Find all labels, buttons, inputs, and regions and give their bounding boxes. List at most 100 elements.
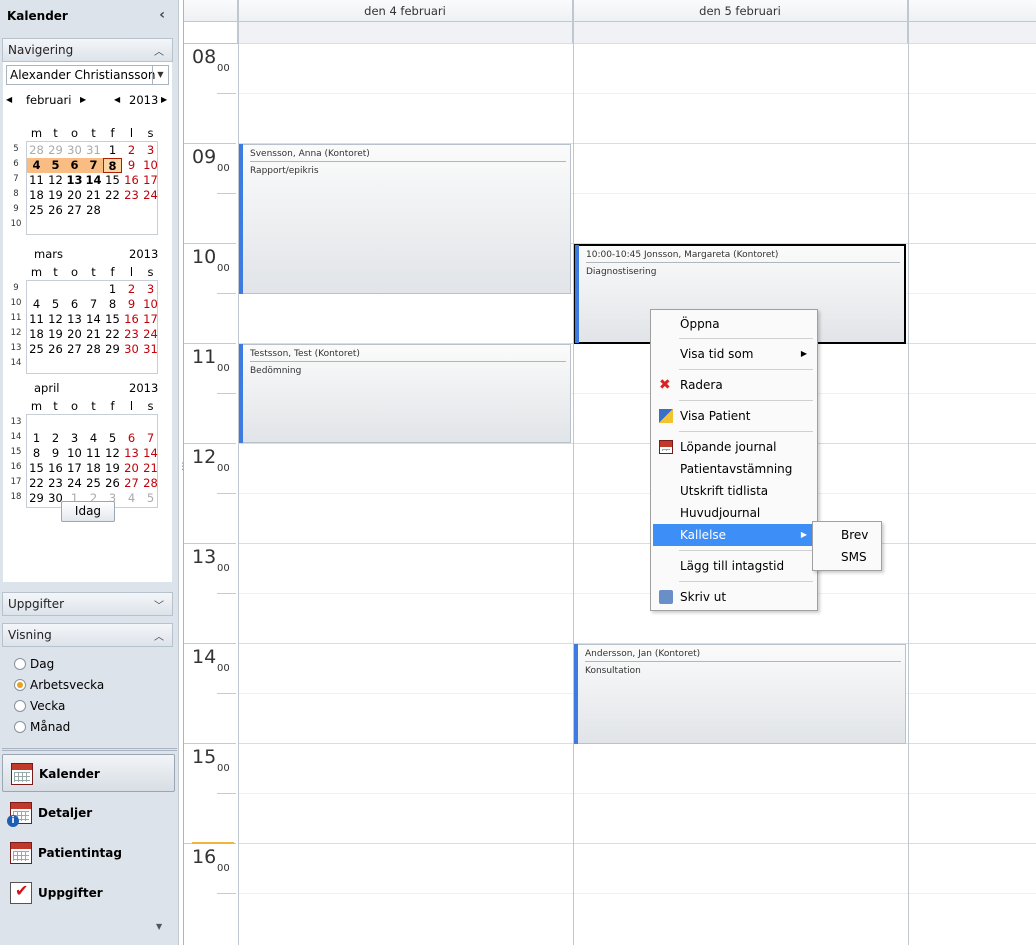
calendar-day[interactable]: 18 (27, 188, 46, 203)
calendar-day[interactable]: 21 (84, 327, 103, 342)
calendar-day[interactable]: 23 (122, 327, 141, 342)
calendar-day[interactable]: 20 (65, 327, 84, 342)
week-number[interactable]: 8 (9, 189, 23, 199)
menu-item-main-journal[interactable]: Huvudjournal (653, 502, 815, 524)
calendar-day[interactable]: 3 (141, 282, 160, 297)
chevron-down-icon[interactable]: ﹀ (154, 597, 164, 612)
calendar-day[interactable]: 25 (27, 203, 46, 218)
calendar-day[interactable]: 9 (46, 446, 65, 461)
calendar-day[interactable]: 26 (103, 476, 122, 491)
chevron-up-icon[interactable]: ︿ (154, 628, 164, 643)
splitter[interactable] (2, 748, 177, 751)
calendar-day[interactable]: 25 (27, 342, 46, 357)
week-number[interactable]: 9 (9, 204, 23, 214)
view-option-day[interactable]: Dag (14, 657, 54, 671)
more-options-icon[interactable]: ▼ (156, 922, 162, 931)
calendar-day[interactable]: 27 (65, 203, 84, 218)
calendar-day[interactable]: 9 (122, 158, 141, 173)
radio-icon[interactable] (14, 658, 26, 670)
nav-patientintag-button[interactable]: Patientintag (2, 834, 175, 872)
calendar-day[interactable]: 11 (84, 446, 103, 461)
calendar-day[interactable]: 8 (103, 158, 122, 173)
calendar-day[interactable]: 10 (141, 297, 160, 312)
calendar-day[interactable]: 7 (141, 431, 160, 446)
calendar-day[interactable]: 22 (27, 476, 46, 491)
calendar-day[interactable]: 17 (65, 461, 84, 476)
calendar-day[interactable]: 2 (122, 282, 141, 297)
calendar-day[interactable]: 11 (27, 312, 46, 327)
user-select[interactable]: Alexander Christiansson ▼ (6, 65, 169, 85)
week-number[interactable]: 7 (9, 174, 23, 184)
appointment[interactable]: Svensson, Anna (Kontoret) Rapport/epikri… (239, 144, 571, 294)
menu-item-delete[interactable]: ✖ Radera (653, 374, 815, 396)
calendar-day[interactable]: 23 (122, 188, 141, 203)
week-number[interactable]: 6 (9, 159, 23, 169)
calendar-day[interactable]: 12 (46, 312, 65, 327)
prev-year-icon[interactable]: ◀ (114, 95, 120, 104)
submenu-item-letter[interactable]: Brev (841, 528, 868, 542)
calendar-day[interactable]: 27 (65, 342, 84, 357)
week-number[interactable]: 11 (9, 313, 23, 323)
view-option-week[interactable]: Vecka (14, 699, 65, 713)
calendar-day[interactable]: 3 (141, 143, 160, 158)
calendar-day[interactable]: 22 (103, 188, 122, 203)
calendar-day[interactable]: 4 (27, 297, 46, 312)
calendar-day[interactable]: 18 (27, 327, 46, 342)
calendar-day[interactable]: 1 (103, 282, 122, 297)
menu-item-summons[interactable]: Kallelse ▶ (653, 524, 815, 546)
allday-cell[interactable] (908, 22, 1036, 44)
day-header[interactable]: den 4 februari (238, 0, 573, 22)
calendar-day[interactable]: 31 (141, 342, 160, 357)
next-year-icon[interactable]: ▶ (161, 95, 167, 104)
calendar-day[interactable]: 21 (141, 461, 160, 476)
calendar-day[interactable]: 5 (46, 297, 65, 312)
nav-uppgifter-button[interactable]: ✔ Uppgifter (2, 874, 175, 912)
calendar-day[interactable]: 26 (46, 342, 65, 357)
calendar-day[interactable]: 6 (65, 158, 84, 173)
menu-item-add-intake-time[interactable]: Lägg till intagstid (653, 555, 815, 577)
allday-cell[interactable] (238, 22, 573, 44)
radio-icon[interactable] (14, 721, 26, 733)
calendar-day[interactable]: 4 (84, 431, 103, 446)
calendar-day[interactable]: 2 (46, 431, 65, 446)
calendar-day[interactable]: 24 (141, 188, 160, 203)
menu-item-patient-reconciliation[interactable]: Patientavstämning (653, 458, 815, 480)
calendar-day[interactable]: 19 (46, 327, 65, 342)
appointment[interactable]: Testsson, Test (Kontoret) Bedömning (239, 344, 571, 443)
calendar-day[interactable]: 10 (65, 446, 84, 461)
week-number[interactable]: 14 (9, 432, 23, 442)
chevron-up-icon[interactable]: ︿ (154, 43, 164, 58)
week-number[interactable]: 14 (9, 358, 23, 368)
calendar-day[interactable]: 29 (103, 342, 122, 357)
menu-item-print-timelist[interactable]: Utskrift tidlista (653, 480, 815, 502)
week-number[interactable]: 10 (9, 298, 23, 308)
week-number[interactable]: 13 (9, 343, 23, 353)
calendar-day[interactable]: 27 (122, 476, 141, 491)
day-header[interactable] (908, 0, 1036, 22)
calendar-day[interactable]: 31 (84, 143, 103, 158)
radio-icon[interactable] (14, 700, 26, 712)
menu-item-print[interactable]: Skriv ut (653, 586, 815, 608)
calendar-day[interactable]: 10 (141, 158, 160, 173)
view-option-month[interactable]: Månad (14, 720, 70, 734)
calendar-day[interactable]: 4 (27, 158, 46, 173)
prev-month-icon[interactable]: ◀ (6, 95, 12, 104)
calendar-day[interactable]: 15 (103, 173, 122, 188)
calendar-day[interactable]: 7 (84, 158, 103, 173)
calendar-day[interactable]: 1 (103, 143, 122, 158)
calendar-day[interactable]: 22 (103, 327, 122, 342)
calendar-day[interactable]: 26 (46, 203, 65, 218)
menu-item-show-time-as[interactable]: Visa tid som ▶ (653, 343, 815, 365)
week-number[interactable]: 5 (9, 144, 23, 154)
calendar-day[interactable]: 12 (103, 446, 122, 461)
calendar-day[interactable]: 2 (122, 143, 141, 158)
week-number[interactable]: 9 (9, 283, 23, 293)
calendar-day[interactable]: 25 (84, 476, 103, 491)
calendar-day[interactable]: 14 (141, 446, 160, 461)
week-number[interactable]: 12 (9, 328, 23, 338)
week-number[interactable]: 17 (9, 477, 23, 487)
calendar-day[interactable]: 21 (84, 188, 103, 203)
chevron-down-icon[interactable]: ▼ (152, 66, 168, 84)
calendar-day[interactable]: 3 (65, 431, 84, 446)
calendar-day[interactable]: 16 (46, 461, 65, 476)
